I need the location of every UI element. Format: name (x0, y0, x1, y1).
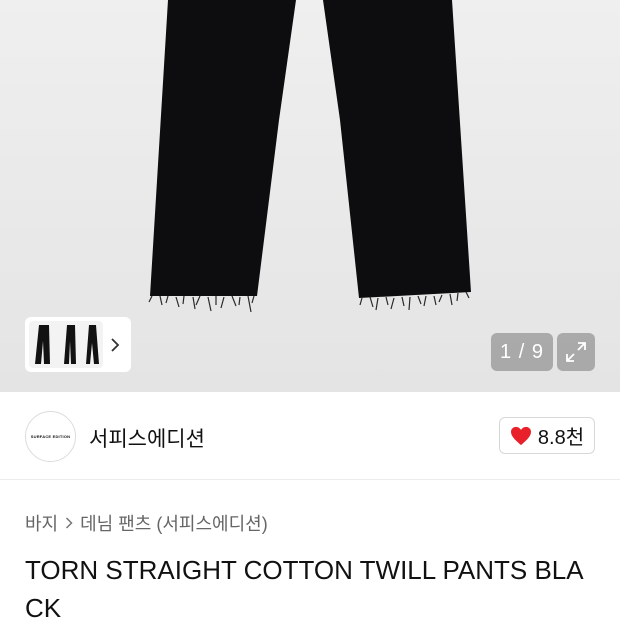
thumbnail-strip[interactable] (25, 317, 131, 372)
image-pager-text: 1 / 9 (500, 340, 544, 363)
brand-name[interactable]: 서피스에디션 (89, 423, 205, 453)
brand-row: SURFACE EDITION 서피스에디션 8.8천 (0, 392, 620, 480)
breadcrumb: 바지 데님 팬츠 (서피스에디션) (25, 510, 268, 536)
product-title: TORN STRAIGHT COTTON TWILL PANTS BLACK (25, 555, 584, 620)
breadcrumb-item-pants[interactable]: 바지 (25, 510, 58, 536)
product-image-gallery[interactable]: 1 / 9 (0, 0, 620, 392)
expand-button[interactable] (557, 333, 595, 371)
thumbnail-image[interactable] (29, 321, 103, 368)
image-pager: 1 / 9 (491, 333, 553, 371)
expand-icon (566, 342, 586, 362)
like-button[interactable]: 8.8천 (499, 417, 595, 454)
brand-logo-text: SURFACE EDITION (30, 434, 71, 439)
breadcrumb-item-denim-pants[interactable]: 데님 팬츠 (서피스에디션) (80, 510, 268, 536)
brand-logo[interactable]: SURFACE EDITION (25, 411, 76, 462)
like-count: 8.8천 (537, 427, 585, 449)
chevron-right-icon (65, 517, 73, 529)
heart-icon (510, 426, 531, 445)
chevron-right-icon[interactable] (103, 325, 127, 365)
